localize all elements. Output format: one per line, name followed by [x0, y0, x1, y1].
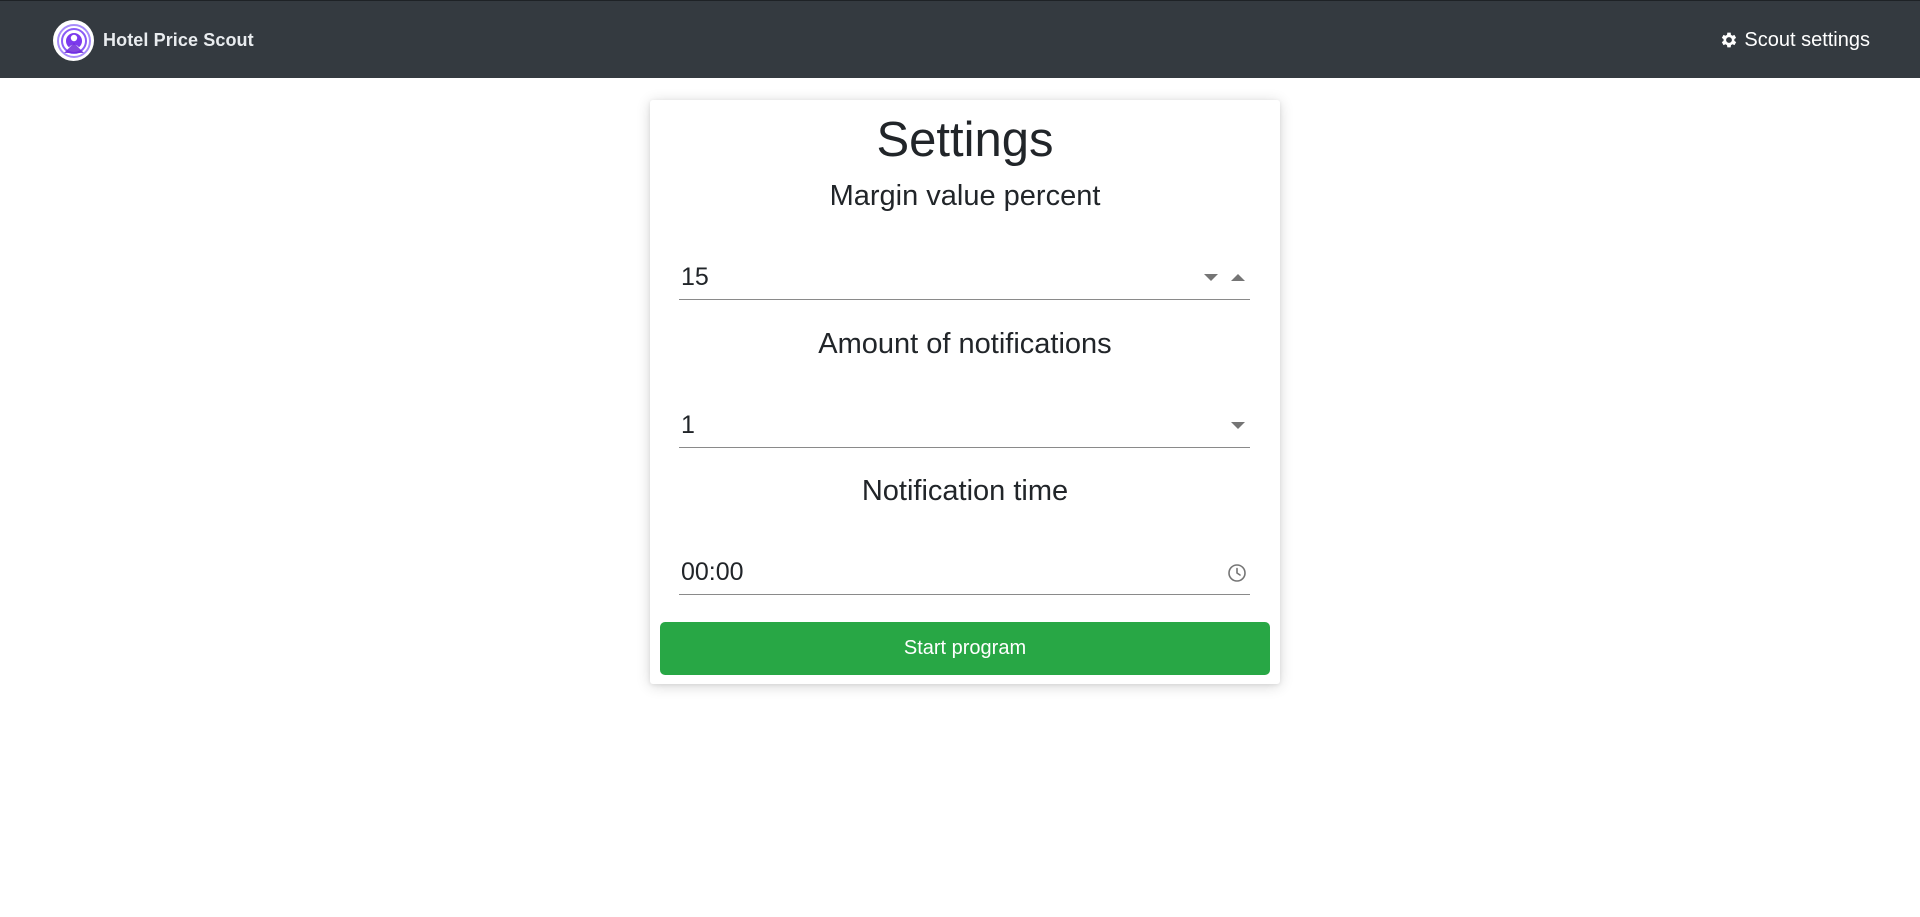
scout-settings-link[interactable]: Scout settings — [1719, 27, 1870, 53]
decrement-arrow-icon[interactable] — [1204, 274, 1218, 281]
clock-icon[interactable] — [1227, 563, 1247, 583]
page-title: Settings — [876, 113, 1054, 167]
start-program-button[interactable]: Start program — [660, 622, 1270, 675]
time-field — [679, 551, 1250, 595]
notifications-value: 1 — [681, 411, 695, 439]
time-label: Notification time — [861, 475, 1069, 507]
margin-field — [679, 256, 1250, 300]
gear-icon — [1722, 32, 1737, 48]
notifications-label: Amount of notifications — [818, 328, 1112, 360]
scout-settings-label: Scout settings — [1744, 28, 1870, 51]
margin-label: Margin value percent — [829, 180, 1101, 212]
radar-logo-icon — [53, 20, 94, 61]
brand-name: Hotel Price Scout — [103, 30, 254, 50]
time-input[interactable] — [679, 557, 1227, 588]
dropdown-arrow-icon[interactable] — [1231, 422, 1245, 429]
margin-input[interactable] — [679, 262, 1204, 293]
notifications-select[interactable]: 1 — [679, 404, 1250, 448]
brand-link[interactable]: Hotel Price Scout — [53, 20, 254, 61]
settings-card: Settings Margin value percent Amount of … — [650, 100, 1280, 684]
top-navbar: Hotel Price Scout Scout settings — [0, 0, 1920, 78]
increment-arrow-icon[interactable] — [1231, 274, 1245, 281]
